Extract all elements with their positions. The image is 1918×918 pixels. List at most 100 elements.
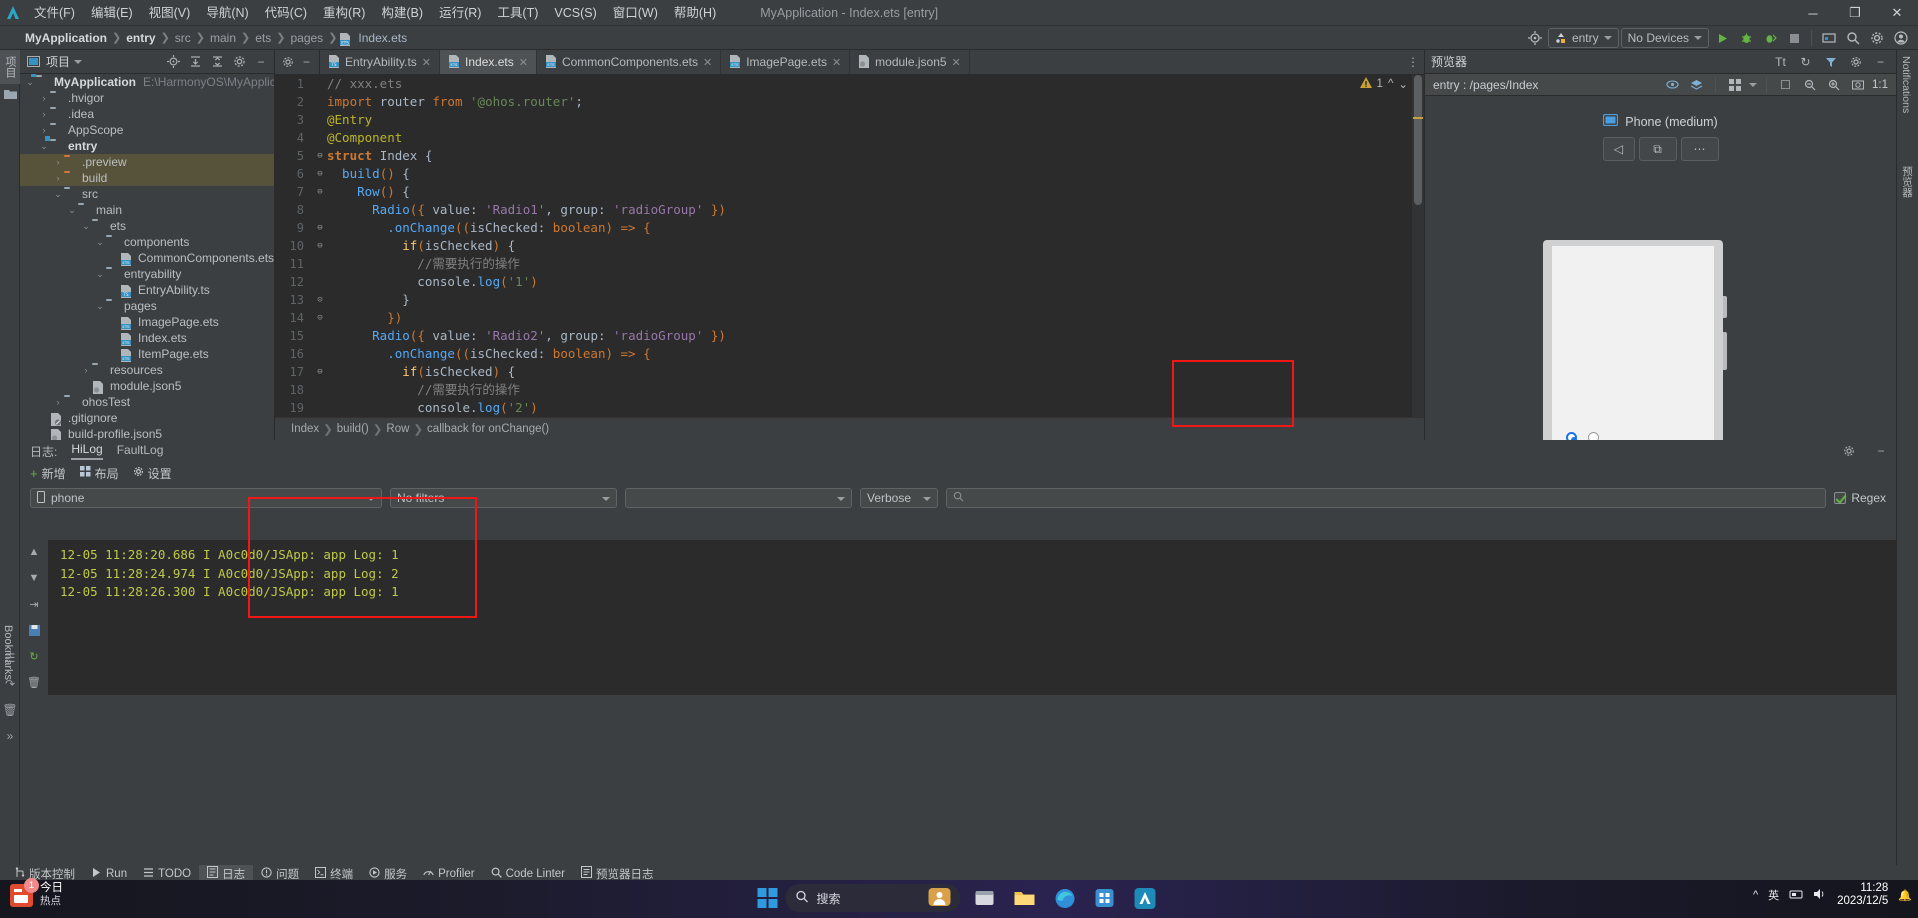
breadcrumb-item-src[interactable]: src <box>172 31 194 45</box>
code-fold-marker[interactable]: ⊝ <box>313 309 327 327</box>
chevron-down-icon[interactable] <box>1749 82 1757 87</box>
code-fold-marker[interactable]: ⊖ <box>313 147 327 165</box>
taskbar-search-input[interactable]: 搜索 <box>785 884 961 912</box>
code-breadcrumb-build[interactable]: build() <box>337 423 369 435</box>
breadcrumb-item-main[interactable]: main <box>207 31 239 45</box>
close-icon[interactable]: ✕ <box>703 56 712 69</box>
menu-file[interactable]: 文件(F) <box>26 0 83 26</box>
fit-screen-icon[interactable]: ☐ <box>1776 75 1795 94</box>
menu-view[interactable]: 视图(V) <box>141 0 199 26</box>
menu-help[interactable]: 帮助(H) <box>666 0 724 26</box>
multi-device-icon[interactable] <box>1725 75 1744 94</box>
screenshot-icon[interactable] <box>1848 75 1867 94</box>
tree-expand-arrow[interactable]: › <box>38 125 50 135</box>
code-fold-marker[interactable] <box>313 381 327 399</box>
tree-node-entryability-ts[interactable]: TS EntryAbility.ts <box>20 282 274 298</box>
scroll-down-icon[interactable]: ▼ <box>25 570 43 586</box>
gear-icon[interactable] <box>1866 27 1888 49</box>
zoom-level[interactable]: 1:1 <box>1872 79 1888 91</box>
gear-icon[interactable] <box>1840 442 1858 460</box>
folder-icon[interactable] <box>0 84 20 104</box>
maximize-button[interactable]: ❐ <box>1834 0 1876 26</box>
soft-wrap-icon[interactable]: ⇥ <box>25 596 43 612</box>
code-breadcrumb-callback[interactable]: callback for onChange() <box>427 423 549 435</box>
locate-file-icon[interactable] <box>164 53 182 71</box>
zoom-out-icon[interactable] <box>1800 75 1819 94</box>
layout-button[interactable]: 布局 <box>79 465 119 482</box>
trash-icon[interactable]: 🗑 <box>0 700 20 720</box>
menu-window[interactable]: 窗口(W) <box>605 0 666 26</box>
tree-expand-arrow[interactable]: › <box>38 109 50 119</box>
tree-node--idea[interactable]: › .idea <box>20 106 274 122</box>
tree-node-entry[interactable]: ⌄ entry <box>20 138 274 154</box>
editor-tab-module-json5[interactable]: module.json5 ✕ <box>850 50 970 74</box>
tree-expand-arrow[interactable]: ⌄ <box>94 269 106 280</box>
log-level-select[interactable]: Verbose <box>860 488 938 508</box>
device-screen[interactable] <box>1552 246 1714 440</box>
editor-tab-commoncomponents-ets[interactable]: ETS CommonComponents.ets ✕ <box>537 50 722 74</box>
tree-node-myapplication[interactable]: ⌄ MyApplication E:\HarmonyOS\MyApplicatio <box>20 74 274 90</box>
close-icon[interactable]: ✕ <box>422 56 431 69</box>
chevron-down-icon[interactable] <box>74 59 83 64</box>
menu-tools[interactable]: 工具(T) <box>489 0 546 26</box>
layers-icon[interactable] <box>1687 75 1706 94</box>
windows-start-icon[interactable] <box>757 888 778 908</box>
gear-icon[interactable] <box>1846 52 1865 71</box>
tree-expand-arrow[interactable]: ⌄ <box>66 205 78 216</box>
rotate-button[interactable]: ◁ <box>1602 137 1635 161</box>
editor-tab-entryability-ts[interactable]: TS EntryAbility.ts ✕ <box>320 50 441 74</box>
warning-marker[interactable] <box>1413 117 1423 119</box>
menu-edit[interactable]: 编辑(E) <box>83 0 141 26</box>
editor-tab-index-ets[interactable]: ETS Index.ets ✕ <box>440 50 537 74</box>
tray-expand-icon[interactable]: ^ <box>1753 889 1758 901</box>
hide-previewer-icon[interactable]: − <box>1871 52 1890 71</box>
tree-expand-arrow[interactable]: ⌄ <box>38 141 50 152</box>
sidebar-tab-previewer[interactable]: 预览器 <box>1897 160 1918 204</box>
code-fold-marker[interactable] <box>313 129 327 147</box>
restart-log-icon[interactable]: ↻ <box>25 648 43 664</box>
save-log-icon[interactable] <box>25 622 43 638</box>
code-fold-marker[interactable] <box>313 255 327 273</box>
log-search-input[interactable] <box>946 488 1827 508</box>
tree-node-commoncomponents-ets[interactable]: ETS CommonComponents.ets <box>20 250 274 266</box>
taskbar-app-widget[interactable] <box>969 883 1001 913</box>
menu-run[interactable]: 运行(R) <box>431 0 489 26</box>
structure-icon[interactable]: ☰ <box>0 648 20 668</box>
code-fold-marker[interactable]: ⊖ <box>313 219 327 237</box>
tree-node-entryability[interactable]: ⌄ entryability <box>20 266 274 282</box>
tree-node--gitignore[interactable]: .gitignore <box>20 410 274 426</box>
menu-code[interactable]: 代码(C) <box>257 0 315 26</box>
breadcrumb-item-project[interactable]: MyApplication <box>22 31 110 45</box>
editor-tab-imagepage-ets[interactable]: ETS ImagePage.ets ✕ <box>721 50 851 74</box>
collapse-all-icon[interactable] <box>208 53 226 71</box>
more-icon[interactable]: » <box>0 726 20 746</box>
code-fold-marker[interactable] <box>313 75 327 93</box>
device-manager-icon[interactable] <box>1818 27 1840 49</box>
account-icon[interactable] <box>1890 27 1912 49</box>
close-button[interactable]: ✕ <box>1876 0 1918 26</box>
radio-button-1[interactable] <box>1566 432 1577 440</box>
code-fold-marker[interactable] <box>313 111 327 129</box>
search-icon[interactable] <box>1842 27 1864 49</box>
hide-log-panel-icon[interactable]: − <box>1872 442 1890 460</box>
inspector-icon[interactable] <box>1663 75 1682 94</box>
radio-button-2[interactable] <box>1588 432 1599 440</box>
gear-icon[interactable] <box>230 53 248 71</box>
ime-indicator[interactable]: 英 <box>1768 887 1779 903</box>
tab-faultlog[interactable]: FaultLog <box>117 443 164 459</box>
profile-icon[interactable] <box>1759 27 1781 49</box>
tree-node-ohostest[interactable]: › ohosTest <box>20 394 274 410</box>
regex-checkbox[interactable] <box>1834 492 1847 504</box>
tree-node-imagepage-ets[interactable]: ETS ImagePage.ets <box>20 314 274 330</box>
sidebar-tab-project[interactable]: 项目 <box>0 50 20 84</box>
code-fold-marker[interactable]: ⊖ <box>313 165 327 183</box>
tree-expand-arrow[interactable]: › <box>52 157 64 167</box>
text-size-icon[interactable]: Tt <box>1771 52 1790 71</box>
taskbar-deveco-icon[interactable] <box>1129 883 1161 913</box>
refresh-icon[interactable]: ↷ <box>0 674 20 694</box>
taskbar-store-icon[interactable] <box>1089 883 1121 913</box>
breadcrumb-item-ets[interactable]: ets <box>252 31 274 45</box>
tab-hilog[interactable]: HiLog <box>71 442 103 460</box>
tree-expand-arrow[interactable]: › <box>38 93 50 103</box>
breadcrumb-item-module[interactable]: entry <box>123 31 158 45</box>
